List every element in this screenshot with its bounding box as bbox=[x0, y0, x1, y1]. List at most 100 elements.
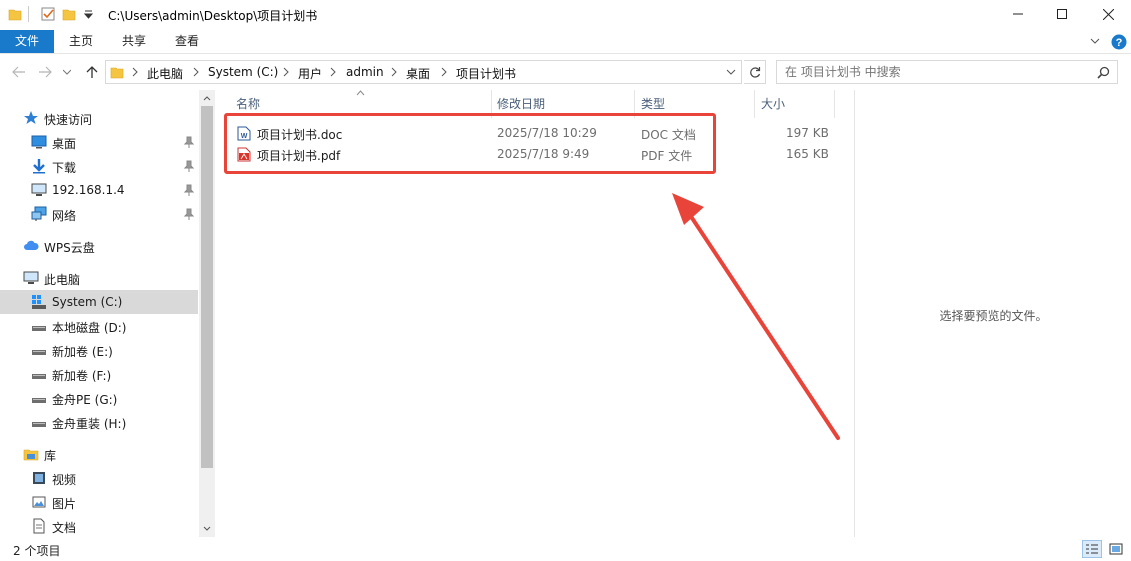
sidebar-item-system-c[interactable]: System (C:) bbox=[0, 290, 198, 314]
address-dropdown-icon[interactable] bbox=[726, 69, 736, 75]
close-button[interactable] bbox=[1085, 0, 1131, 28]
title-bar: C:\Users\admin\Desktop\项目计划书 bbox=[0, 0, 1131, 30]
new-folder-icon[interactable] bbox=[62, 7, 76, 21]
sidebar-item-this-pc[interactable]: 此电脑 bbox=[0, 266, 198, 290]
scroll-up-icon[interactable] bbox=[203, 95, 211, 101]
sidebar-item-label: 192.168.1.4 bbox=[52, 183, 125, 197]
sidebar-item-drive-g[interactable]: 金舟PE (G:) bbox=[0, 386, 198, 410]
documents-icon bbox=[31, 518, 47, 534]
quick-access-dropdown-icon[interactable] bbox=[84, 10, 93, 19]
sidebar-item-label: 快速访问 bbox=[44, 113, 93, 127]
breadcrumb-users[interactable]: 用户 bbox=[298, 65, 322, 82]
annotation-arrow-icon bbox=[672, 193, 840, 440]
help-icon[interactable]: ? bbox=[1111, 34, 1127, 50]
sidebar-item-drive-f[interactable]: 新加卷 (F:) bbox=[0, 362, 198, 386]
pin-icon[interactable] bbox=[183, 208, 195, 220]
ribbon-tabs: 文件 主页 共享 查看 ? bbox=[0, 30, 1131, 54]
sidebar-item-drive-e[interactable]: 新加卷 (E:) bbox=[0, 338, 198, 362]
annotation-highlight-box bbox=[224, 113, 716, 174]
refresh-button[interactable] bbox=[744, 60, 766, 84]
breadcrumb-project-plan[interactable]: 项目计划书 bbox=[456, 65, 516, 82]
sidebar-item-label: 下载 bbox=[52, 161, 77, 175]
sidebar-item-label: 库 bbox=[44, 449, 57, 463]
windows-drive-icon bbox=[31, 294, 47, 310]
sidebar-item-label: 文档 bbox=[52, 521, 77, 535]
sidebar-item-network-location[interactable]: 192.168.1.4 bbox=[0, 178, 198, 202]
back-button[interactable] bbox=[11, 64, 27, 80]
sidebar-item-label: 网络 bbox=[52, 209, 77, 223]
minimize-button[interactable] bbox=[995, 0, 1041, 28]
svg-text:?: ? bbox=[1116, 37, 1123, 49]
monitor-icon bbox=[31, 182, 47, 198]
tab-home[interactable]: 主页 bbox=[58, 30, 104, 53]
breadcrumb-admin[interactable]: admin bbox=[346, 65, 384, 79]
sidebar-item-drive-h[interactable]: 金舟重装 (H:) bbox=[0, 410, 198, 434]
preview-pane: 选择要预览的文件。 bbox=[854, 90, 1131, 537]
column-header-size[interactable]: 大小 bbox=[755, 90, 835, 118]
pin-icon[interactable] bbox=[183, 136, 195, 148]
window-title: C:\Users\admin\Desktop\项目计划书 bbox=[108, 9, 318, 23]
status-bar: 2 个项目 bbox=[0, 537, 1131, 561]
item-count: 2 个项目 bbox=[13, 544, 61, 558]
large-icons-view-button[interactable] bbox=[1106, 540, 1126, 558]
search-box[interactable] bbox=[776, 60, 1118, 84]
large-icons-view-icon bbox=[1109, 543, 1123, 555]
properties-icon[interactable] bbox=[40, 6, 56, 22]
chevron-right-icon[interactable] bbox=[440, 67, 450, 79]
breadcrumb-system-c[interactable]: System (C:) bbox=[208, 65, 278, 79]
sidebar-item-network[interactable]: 网络 bbox=[0, 202, 198, 226]
pictures-icon bbox=[31, 494, 47, 510]
sidebar-item-drive-d[interactable]: 本地磁盘 (D:) bbox=[0, 314, 198, 338]
tab-share[interactable]: 共享 bbox=[111, 30, 157, 53]
sidebar-item-desktop[interactable]: 桌面 bbox=[0, 130, 198, 154]
sidebar-scrollbar[interactable] bbox=[199, 90, 215, 537]
search-input[interactable] bbox=[785, 64, 1085, 80]
preview-message: 选择要预览的文件。 bbox=[939, 309, 1048, 323]
sidebar-item-label: 本地磁盘 (D:) bbox=[52, 321, 127, 335]
maximize-button[interactable] bbox=[1039, 0, 1085, 28]
chevron-right-icon[interactable] bbox=[390, 67, 400, 79]
sidebar-item-quick-access[interactable]: 快速访问 bbox=[0, 106, 198, 130]
sidebar-item-label: WPS云盘 bbox=[44, 241, 95, 255]
breadcrumb-this-pc[interactable]: 此电脑 bbox=[147, 65, 183, 82]
sidebar-item-label: 视频 bbox=[52, 473, 77, 487]
address-bar[interactable]: 此电脑 System (C:) 用户 admin 桌面 项目计划书 bbox=[105, 60, 742, 84]
pin-icon[interactable] bbox=[183, 184, 195, 196]
pin-icon[interactable] bbox=[183, 160, 195, 172]
chevron-right-icon[interactable] bbox=[282, 67, 292, 79]
up-button[interactable] bbox=[84, 64, 100, 80]
expand-ribbon-icon[interactable] bbox=[1090, 36, 1100, 46]
sidebar-item-label: 金舟PE (G:) bbox=[52, 393, 118, 407]
chevron-right-icon[interactable] bbox=[192, 67, 202, 79]
forward-button[interactable] bbox=[37, 64, 53, 80]
details-view-icon bbox=[1086, 544, 1098, 554]
chevron-right-icon[interactable] bbox=[131, 67, 141, 79]
video-icon bbox=[31, 470, 47, 486]
tab-view[interactable]: 查看 bbox=[164, 30, 210, 53]
drive-icon bbox=[31, 390, 47, 406]
sidebar-item-label: 桌面 bbox=[52, 137, 77, 151]
sidebar-item-libraries[interactable]: 库 bbox=[0, 442, 198, 466]
file-size: 197 KB bbox=[786, 126, 829, 140]
sidebar-item-downloads[interactable]: 下载 bbox=[0, 154, 198, 178]
sidebar-item-videos[interactable]: 视频 bbox=[0, 466, 198, 490]
drive-icon bbox=[31, 342, 47, 358]
sidebar-item-documents[interactable]: 文档 bbox=[0, 514, 198, 538]
search-icon[interactable] bbox=[1097, 66, 1110, 79]
sidebar-item-label: System (C:) bbox=[52, 295, 123, 309]
recent-locations-icon[interactable] bbox=[62, 64, 72, 80]
chevron-right-icon[interactable] bbox=[329, 67, 339, 79]
scrollbar-thumb[interactable] bbox=[201, 106, 213, 468]
breadcrumb-desktop[interactable]: 桌面 bbox=[406, 65, 430, 82]
details-view-button[interactable] bbox=[1082, 540, 1102, 558]
drive-icon bbox=[31, 318, 47, 334]
cloud-icon bbox=[23, 238, 39, 254]
sidebar-item-label: 此电脑 bbox=[44, 273, 81, 287]
folder-icon[interactable] bbox=[8, 7, 22, 21]
tab-file[interactable]: 文件 bbox=[0, 30, 54, 53]
sidebar-item-pictures[interactable]: 图片 bbox=[0, 490, 198, 514]
scroll-down-icon[interactable] bbox=[203, 526, 211, 532]
sidebar-item-wps-cloud[interactable]: WPS云盘 bbox=[0, 234, 198, 258]
star-icon bbox=[23, 110, 39, 126]
sidebar-item-label: 金舟重装 (H:) bbox=[52, 417, 127, 431]
